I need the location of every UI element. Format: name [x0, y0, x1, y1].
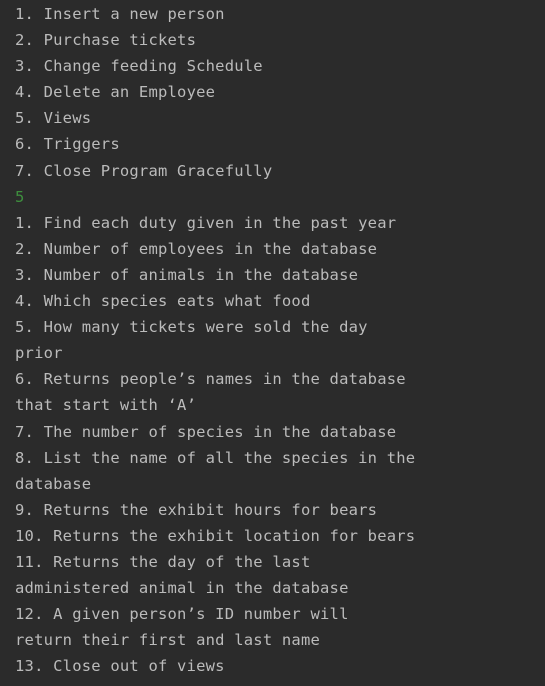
main-menu-item-triggers: 6. Triggers [15, 135, 120, 154]
views-menu-line: 11. Returns the day of the last [15, 552, 311, 571]
views-menu-line: 4. Which species eats what food [15, 292, 311, 311]
views-menu-line: 9. Returns the exhibit hours for bears [15, 500, 378, 519]
views-menu-line: administered animal in the database [15, 579, 349, 598]
views-menu-line: 3. Number of animals in the database [15, 265, 359, 284]
views-menu-line: 7. The number of species in the database [15, 422, 397, 441]
views-menu-line: that start with ‘A’ [15, 396, 197, 415]
views-menu-line: 12. A given person’s ID number will [15, 605, 349, 624]
views-menu-line: 6. Returns people’s names in the databas… [15, 370, 406, 389]
views-menu-line: 8. List the name of all the species in t… [15, 448, 416, 467]
main-menu-item-delete-employee: 4. Delete an Employee [15, 83, 216, 102]
main-menu-item-change-feeding: 3. Change feeding Schedule [15, 57, 263, 76]
main-menu-item-purchase-tickets: 2. Purchase tickets [15, 31, 197, 50]
views-menu-line: prior [15, 344, 63, 363]
views-menu-line: 5. How many tickets were sold the day [15, 318, 368, 337]
console-output: 1. Insert a new person 2. Purchase ticke… [0, 0, 545, 686]
views-menu-line: 13. Close out of views [15, 657, 225, 676]
main-menu-item-insert-person: 1. Insert a new person [15, 5, 225, 23]
user-input-echo: 5 [15, 187, 25, 206]
views-menu-line: 1. Find each duty given in the past year [15, 213, 397, 232]
views-menu-line: database [15, 474, 92, 493]
views-menu-line: 10. Returns the exhibit location for bea… [15, 526, 416, 545]
views-menu-line: 2. Number of employees in the database [15, 239, 378, 258]
main-menu-item-close-program: 7. Close Program Gracefully [15, 161, 273, 180]
main-menu-item-views: 5. Views [15, 109, 92, 128]
views-menu-line: return their first and last name [15, 631, 321, 650]
